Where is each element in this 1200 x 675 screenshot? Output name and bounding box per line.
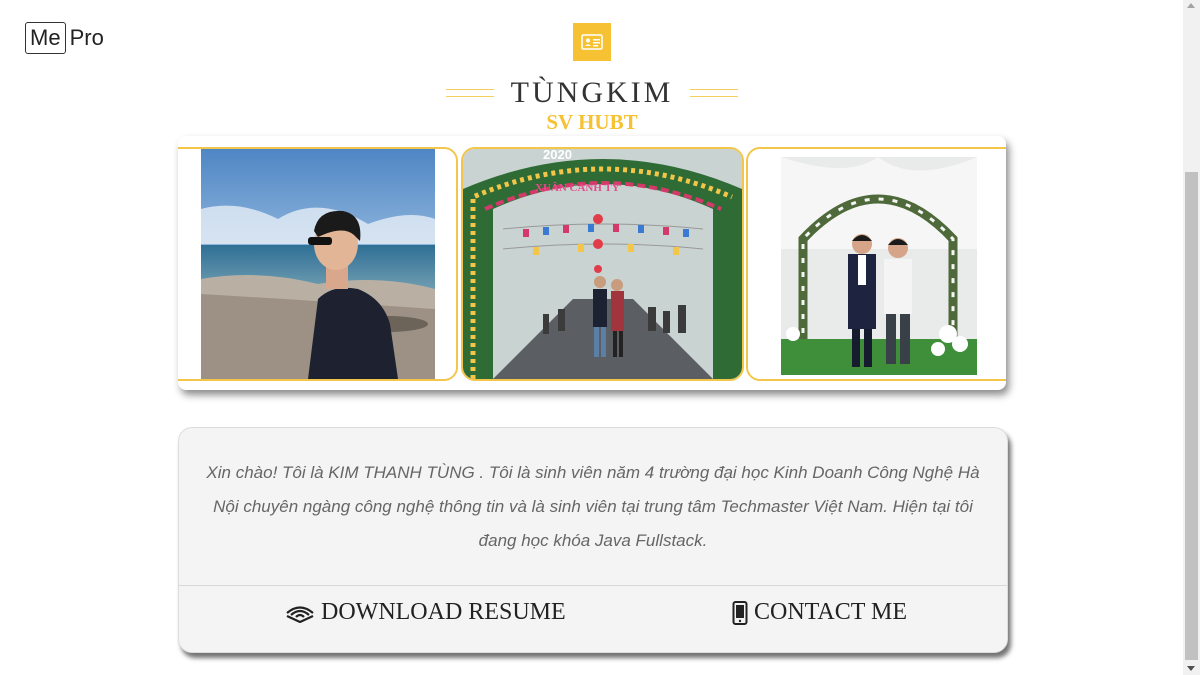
gallery-photo-wedding-arch[interactable] xyxy=(746,147,1006,381)
profile-name: TÙNGKIM xyxy=(510,76,674,109)
contact-me-label: CONTACT ME xyxy=(754,599,907,625)
id-card-icon xyxy=(573,23,611,61)
gallery-photo-flower-arch[interactable]: 2020 XUÂN CANH TÝ xyxy=(461,147,744,381)
scroll-up-arrow-icon[interactable] xyxy=(1187,3,1195,8)
logo-boxed-text: Me xyxy=(25,22,66,54)
name-decor-line-left xyxy=(446,89,494,97)
audible-waves-icon xyxy=(286,605,314,623)
about-divider xyxy=(179,585,1007,586)
scroll-down-arrow-icon[interactable] xyxy=(1187,666,1195,671)
name-row: TÙNGKIM xyxy=(446,75,738,111)
about-text: Xin chào! Tôi là KIM THANH TÙNG . Tôi là… xyxy=(206,463,980,550)
profile-subtitle: SV HUBT xyxy=(546,110,638,134)
page-scrollbar[interactable] xyxy=(1183,0,1200,675)
about-card: Xin chào! Tôi là KIM THANH TÙNG . Tôi là… xyxy=(178,427,1008,653)
mobile-phone-icon xyxy=(732,600,748,625)
scroll-thumb[interactable] xyxy=(1185,172,1198,660)
contact-me-button[interactable]: CONTACT ME xyxy=(732,599,907,626)
download-resume-label: DOWNLOAD RESUME xyxy=(321,599,566,625)
gallery-photo-beach[interactable] xyxy=(178,147,458,381)
photo-gallery: 2020 XUÂN CANH TÝ xyxy=(178,136,1006,390)
name-decor-line-right xyxy=(690,89,738,97)
arch-sign: 2020 xyxy=(543,149,572,162)
site-logo[interactable]: Me Pro xyxy=(25,22,104,54)
logo-text: Pro xyxy=(69,25,104,50)
download-resume-button[interactable]: DOWNLOAD RESUME xyxy=(285,599,566,626)
arch-caption: XUÂN CANH TÝ xyxy=(535,182,620,194)
